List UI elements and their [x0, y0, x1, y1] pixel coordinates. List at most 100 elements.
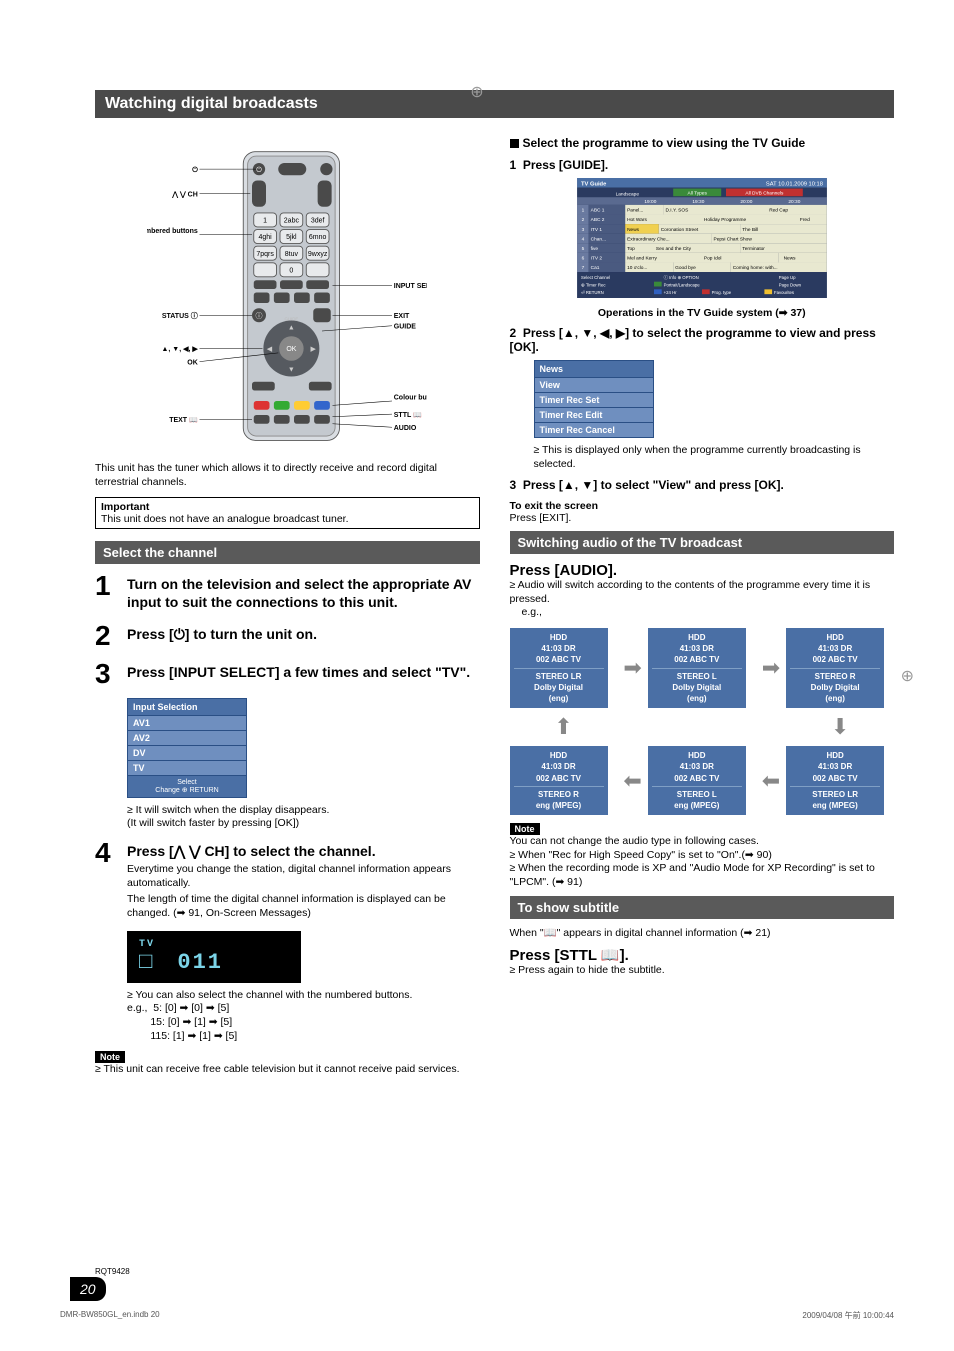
- step-num-4: 4: [95, 839, 127, 867]
- press-sttl: Press [STTL 📖].: [510, 946, 895, 964]
- arrow-down-icon: ⬇: [786, 714, 894, 740]
- svg-text:Top: Top: [627, 246, 635, 252]
- svg-text:⏻: ⏻: [192, 166, 198, 174]
- svg-text:OK: OK: [188, 359, 199, 366]
- exit-label: To exit the screen: [510, 500, 599, 512]
- step-num-3: 3: [95, 660, 127, 688]
- svg-text:five: five: [590, 246, 598, 252]
- footer-right: 2009/04/08 午前 10:00:44: [802, 1310, 894, 1321]
- svg-text:TEXT 📖: TEXT 📖: [169, 416, 198, 424]
- svg-text:20:30: 20:30: [788, 199, 800, 205]
- svg-text:Good bye: Good bye: [675, 265, 696, 271]
- svg-text:4ghi: 4ghi: [259, 234, 273, 241]
- input-selection-box: Input Selection AV1 AV2 DV TV Select Cha…: [127, 698, 247, 798]
- step-1-text: Turn on the television and select the ap…: [127, 572, 480, 611]
- arrow-up-icon: ⬆: [510, 714, 618, 740]
- svg-text:Holiday Programme: Holiday Programme: [704, 217, 747, 223]
- svg-text:6mno: 6mno: [309, 234, 327, 241]
- svg-text:News: News: [783, 255, 796, 261]
- menu-timer-cancel: Timer Rec Cancel: [534, 423, 654, 438]
- select-channel-header: Select the channel: [95, 541, 480, 564]
- audio-diagram: HDD41:03 DR002 ABC TV STEREO LRDolby Dig…: [510, 628, 895, 815]
- svg-text:9wxyz: 9wxyz: [308, 251, 328, 258]
- svg-text:Terminator: Terminator: [742, 246, 765, 252]
- audio-box-4: HDD41:03 DR002 ABC TV STEREO Reng (MPEG): [510, 746, 608, 815]
- important-text: This unit does not have an analogue broa…: [101, 513, 349, 525]
- svg-text:All DVB Channels: All DVB Channels: [745, 190, 784, 196]
- svg-text:Mel and Kerry: Mel and Kerry: [627, 255, 657, 261]
- audio-box-5: HDD41:03 DR002 ABC TV STEREO Leng (MPEG): [648, 746, 746, 815]
- svg-text:ITV 1: ITV 1: [590, 226, 602, 232]
- svg-text:OK: OK: [287, 346, 297, 353]
- input-item-av1: AV1: [127, 716, 247, 731]
- svg-text:3: 3: [581, 226, 584, 232]
- svg-text:2: 2: [581, 217, 584, 223]
- svg-text:ABC 2: ABC 2: [590, 217, 604, 223]
- svg-text:Fred: Fred: [800, 217, 810, 223]
- svg-text:1: 1: [263, 218, 267, 225]
- svg-text:ⓘ: ⓘ: [256, 312, 263, 320]
- arrow-left-icon: ⬅: [762, 768, 780, 794]
- step-3: 3 Press [INPUT SELECT] a few times and s…: [95, 660, 480, 688]
- view-menu: News View Timer Rec Set Timer Rec Edit T…: [534, 360, 654, 438]
- page-number: 20: [70, 1277, 106, 1301]
- svg-text:TV Guide: TV Guide: [581, 181, 606, 187]
- svg-text:+24 Hr: +24 Hr: [663, 290, 677, 295]
- remote-svg: ⏻ 12abc3def 4ghi5jkl6mno 7pqrs: [147, 136, 427, 456]
- menu-timer-set: Timer Rec Set: [534, 393, 654, 408]
- svg-text:⏎ RETURN: ⏎ RETURN: [581, 290, 604, 295]
- note-tag-audio: Note: [510, 823, 540, 835]
- crop-mark-top: ⊕: [470, 82, 483, 102]
- svg-text:SAT 10.01.2009 10:18: SAT 10.01.2009 10:18: [766, 181, 823, 187]
- tvguide-box: TV Guide SAT 10.01.2009 10:18 Landscape …: [577, 178, 827, 301]
- svg-text:ITV 2: ITV 2: [590, 255, 602, 261]
- svg-text:4: 4: [581, 236, 584, 242]
- menu-header: News: [534, 360, 654, 378]
- audio-box-1: HDD41:03 DR002 ABC TV STEREO LRDolby Dig…: [510, 628, 608, 708]
- arrow-right-icon: ➡: [623, 655, 641, 681]
- note-tag-left: Note: [95, 1051, 125, 1063]
- audio-note3: ≥ When the recording mode is XP and "Aud…: [510, 862, 895, 889]
- audio-box-6: HDD41:03 DR002 ABC TV STEREO LReng (MPEG…: [786, 746, 884, 815]
- guide-caption: Operations in the TV Guide system (➡ 37): [510, 307, 895, 321]
- svg-text:⊕ Timer Rec: ⊕ Timer Rec: [581, 282, 606, 287]
- svg-text:STATUS ⓘ: STATUS ⓘ: [162, 311, 198, 320]
- page-title: Watching digital broadcasts: [95, 90, 894, 118]
- svg-text:Numbered buttons: Numbered buttons: [147, 228, 198, 235]
- audio-sub: ≥ Audio will switch according to the con…: [510, 579, 895, 606]
- svg-text:Prog. type: Prog. type: [711, 290, 731, 295]
- step3-note1: ≥ It will switch when the display disapp…: [127, 804, 480, 818]
- subtitle-header: To show subtitle: [510, 896, 895, 919]
- svg-text:10 o'clo...: 10 o'clo...: [627, 265, 647, 271]
- input-item-av2: AV2: [127, 731, 247, 746]
- svg-text:Panel...: Panel...: [627, 207, 643, 213]
- svg-text:7pqrs: 7pqrs: [257, 251, 275, 258]
- svg-text:All Types: All Types: [687, 190, 707, 196]
- step-num-2: 2: [95, 622, 127, 650]
- audio-box-2: HDD41:03 DR002 ABC TV STEREO LDolby Digi…: [648, 628, 746, 708]
- arrow-right-icon: ➡: [762, 655, 780, 681]
- input-item-tv: TV: [127, 761, 247, 776]
- crop-mark-right: ⊕: [901, 666, 914, 686]
- remote-caption: This unit has the tuner which allows it …: [95, 462, 480, 489]
- footer: DMR-BW850GL_en.indb 20 2009/04/08 午前 10:…: [60, 1310, 894, 1321]
- remote-figure: ⏻ 12abc3def 4ghi5jkl6mno 7pqrs: [95, 136, 480, 456]
- svg-text:Page Down: Page Down: [779, 282, 802, 287]
- svg-text:D.I.Y. SOS: D.I.Y. SOS: [665, 207, 688, 213]
- svg-text:5: 5: [581, 246, 584, 252]
- step3-note2: (It will switch faster by pressing [OK]): [127, 817, 480, 831]
- svg-text:Select Channel: Select Channel: [581, 274, 610, 279]
- step-4: 4 Press [⋀ ⋁ CH] to select the channel. …: [95, 839, 480, 921]
- svg-text:Page Up: Page Up: [779, 274, 796, 279]
- svg-text:Red Cap: Red Cap: [769, 207, 788, 213]
- svg-text:8tuv: 8tuv: [285, 251, 299, 258]
- tvguide-svg: TV Guide SAT 10.01.2009 10:18 Landscape …: [577, 178, 827, 298]
- svg-text:GUIDE: GUIDE: [285, 317, 299, 322]
- right-column: Select the programme to view using the T…: [510, 136, 895, 1077]
- svg-text:Favourites: Favourites: [774, 290, 794, 295]
- svg-text:1: 1: [581, 207, 584, 213]
- left-column: ⏻ 12abc3def 4ghi5jkl6mno 7pqrs: [95, 136, 480, 1077]
- prog-step1: 1 Press [GUIDE].: [510, 158, 895, 172]
- square-bullet-icon: [510, 139, 519, 148]
- svg-text:▲, ▼, ◀, ▶: ▲, ▼, ◀, ▶: [162, 346, 199, 353]
